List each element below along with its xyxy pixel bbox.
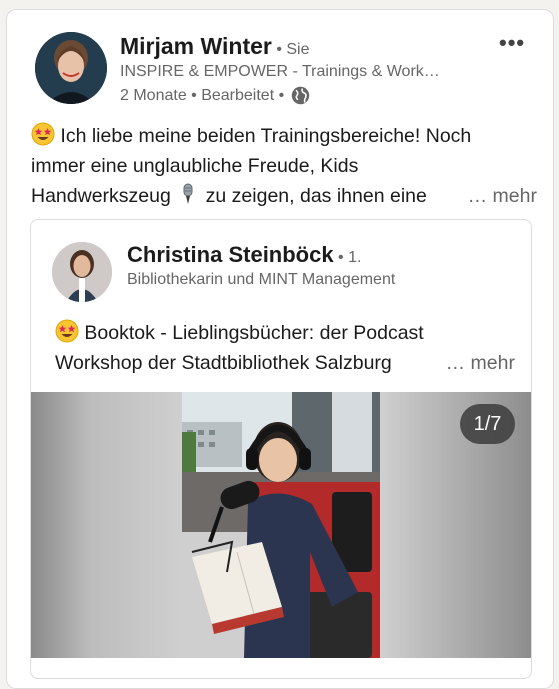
post-text-line: immer eine unglaubliche Freude, Kids xyxy=(31,155,359,177)
shared-author-name[interactable]: Christina Steinböck xyxy=(127,242,334,267)
carousel-counter: 1/7 xyxy=(460,404,515,444)
microphone-emoji-icon xyxy=(183,183,193,204)
shared-post-text-line: Booktok - Lieblingsbücher: der Podcast xyxy=(84,322,424,344)
connection-degree: • 1. xyxy=(333,249,362,266)
shared-post-text: Booktok - Lieblingsbücher: der Podcast W… xyxy=(55,318,515,378)
see-more-link[interactable]: … mehr xyxy=(468,181,537,211)
globe-icon xyxy=(291,86,310,105)
shared-author-headline: Bibliothekarin und MINT Management xyxy=(127,271,396,288)
media-carousel[interactable]: 1/7 xyxy=(31,392,531,658)
post-text-line: Handwerkszeug xyxy=(31,185,171,207)
post-text-line: zu zeigen, das ihnen eine xyxy=(205,185,427,207)
shared-author-avatar[interactable] xyxy=(52,242,112,302)
author-avatar[interactable] xyxy=(35,32,107,104)
star-struck-emoji-icon xyxy=(31,122,55,146)
author-name[interactable]: Mirjam Winter xyxy=(120,33,272,59)
post-menu-button[interactable]: ••• xyxy=(499,30,525,56)
shared-post-text-line: Workshop der Stadtbibliothek Salzburg xyxy=(55,352,392,374)
author-headline: INSPIRE & EMPOWER - Trainings & Work… xyxy=(120,63,440,80)
post-text: Ich liebe meine beiden Trainingsbereiche… xyxy=(31,121,537,211)
post-time: 2 Monate • Bearbeitet • xyxy=(120,86,285,104)
author-name-row: Mirjam Winter • Sie xyxy=(120,33,310,60)
post-text-line: Ich liebe meine beiden Trainingsbereiche… xyxy=(60,125,472,147)
post-meta: 2 Monate • Bearbeitet • xyxy=(120,85,311,106)
feed-post-card: Mirjam Winter • Sie INSPIRE & EMPOWER - … xyxy=(6,9,554,689)
shared-post-card[interactable]: Christina Steinböck • 1. Bibliothekarin … xyxy=(30,219,532,679)
shared-see-more-link[interactable]: … mehr xyxy=(446,348,515,378)
shared-author-name-row: Christina Steinböck • 1. xyxy=(127,242,361,268)
author-relation: • Sie xyxy=(271,41,310,58)
star-struck-emoji-icon xyxy=(55,319,79,343)
carousel-photo[interactable] xyxy=(182,392,380,658)
blurred-background-left xyxy=(31,392,182,658)
